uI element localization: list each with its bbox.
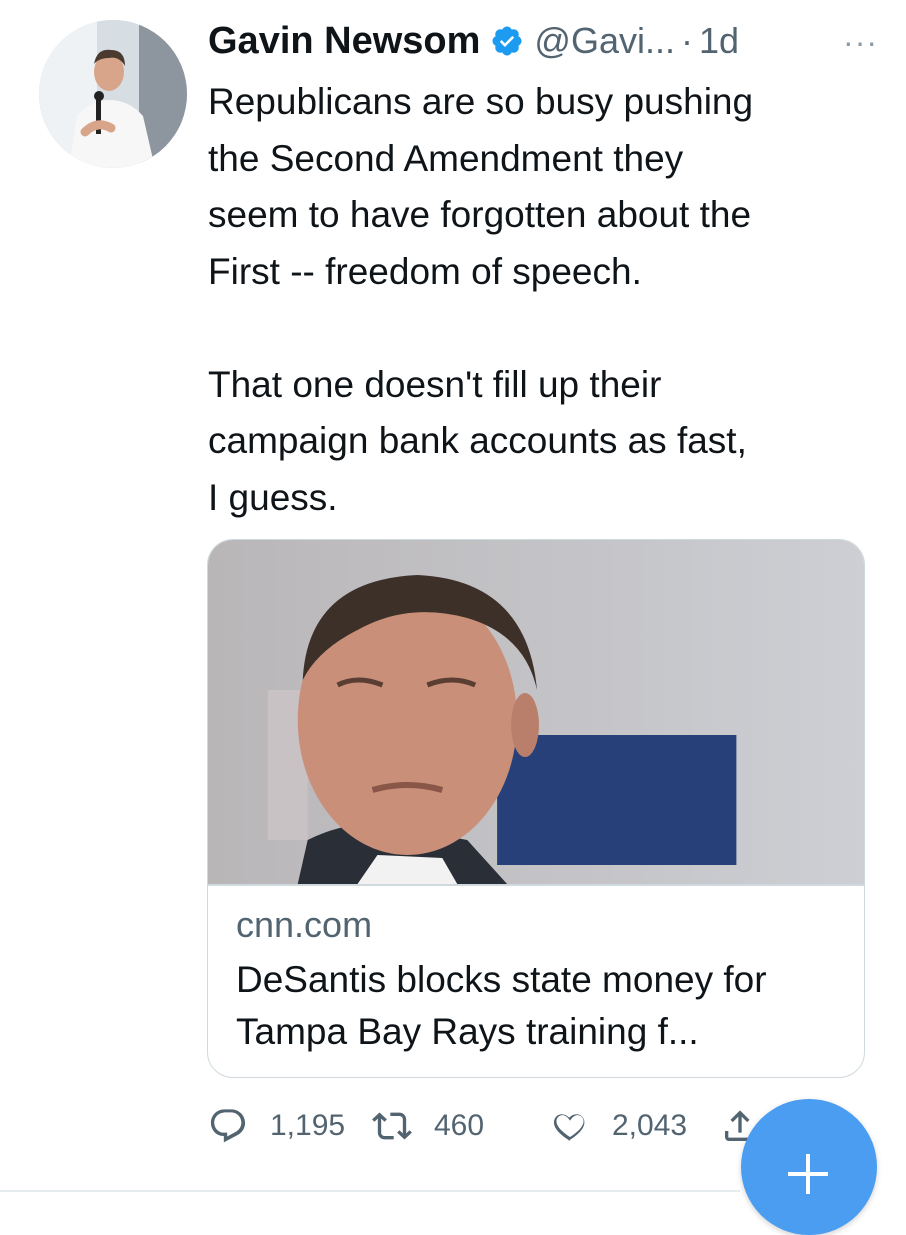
heart-icon: [553, 1114, 585, 1141]
plus-icon: [788, 1154, 828, 1194]
author-handle[interactable]: @Gavi...: [534, 20, 675, 62]
reply-icon: [210, 1109, 246, 1143]
link-preview-card[interactable]: cnn.com DeSantis blocks state money for …: [207, 539, 865, 1078]
like-button[interactable]: 2,043: [550, 1098, 687, 1154]
card-divider: [208, 884, 864, 886]
compose-tweet-button[interactable]: [741, 1099, 877, 1235]
separator-dot: ·: [681, 20, 693, 61]
reply-count: 1,195: [270, 1109, 346, 1142]
card-image: [208, 540, 864, 884]
tweet-header: Gavin Newsom @Gavi... · 1d ···: [208, 14, 878, 68]
retweet-icon: [372, 1112, 412, 1140]
retweet-button[interactable]: 460: [372, 1098, 484, 1154]
tweet-timestamp[interactable]: 1d: [699, 20, 739, 62]
more-options-icon[interactable]: ···: [843, 24, 878, 61]
author-avatar[interactable]: [39, 20, 187, 168]
card-title: DeSantis blocks state money for Tampa Ba…: [236, 959, 767, 1052]
tweet-text: Republicans are so busy pushing the Seco…: [208, 81, 754, 518]
card-domain: cnn.com: [236, 904, 373, 945]
avatar-photo: [39, 20, 187, 168]
tweet-actions-bar: 1,195 460 2,043: [208, 1098, 768, 1154]
author-name[interactable]: Gavin Newsom: [208, 20, 480, 63]
like-count: 2,043: [612, 1109, 688, 1142]
retweet-count: 460: [434, 1109, 485, 1142]
reply-button[interactable]: 1,195: [208, 1098, 345, 1154]
timeline-divider: [0, 1190, 740, 1192]
news-photo: [208, 540, 864, 884]
verified-badge-icon: [492, 26, 522, 56]
